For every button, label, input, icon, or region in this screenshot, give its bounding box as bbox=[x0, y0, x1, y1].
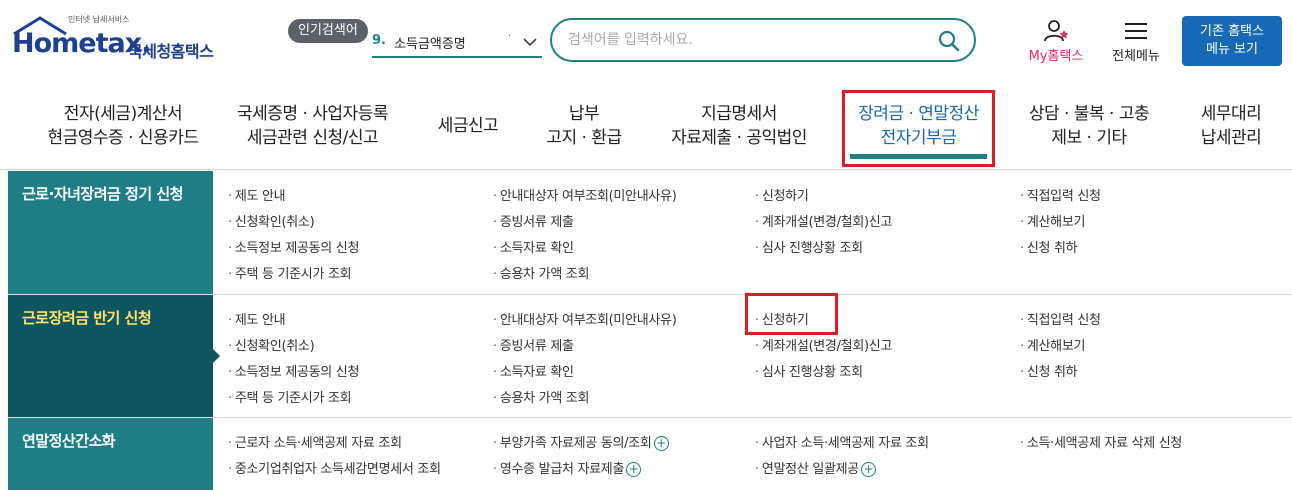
all-menu-label: 전체메뉴 bbox=[1112, 49, 1160, 64]
link-submit-documents[interactable]: · 증빙서류 제출 bbox=[493, 211, 574, 230]
myhome-button[interactable]: My홈택스 bbox=[1020, 18, 1092, 66]
hamburger-icon bbox=[1125, 23, 1147, 39]
link-batch-provide[interactable]: · 연말정산 일괄제공 + bbox=[755, 458, 876, 477]
gnb-item-counsel[interactable]: 상담 · 불복 · 고충 제보 · 기타 bbox=[1018, 102, 1160, 150]
chevron-down-icon[interactable] bbox=[522, 34, 538, 50]
link-system-guide[interactable]: · 제도 안내 bbox=[228, 185, 286, 204]
plus-circle-icon[interactable]: + bbox=[860, 462, 876, 477]
highlight-box-active-menu bbox=[842, 90, 995, 167]
active-section-pointer bbox=[213, 349, 220, 363]
gnb-item-tax-agent[interactable]: 세무대리 납세관리 bbox=[1186, 102, 1276, 150]
gnb-line2: 현금영수증 · 신용카드 bbox=[47, 128, 199, 148]
gnb-item-e-invoice[interactable]: 전자(세금)계산서 현금영수증 · 신용카드 bbox=[44, 102, 202, 150]
link-account-report[interactable]: · 계좌개설(변경/철회)신고 bbox=[755, 335, 892, 354]
gnb-item-payment[interactable]: 납부 고지 · 환급 bbox=[536, 102, 632, 150]
gnb-line2: 자료제출 · 공익법인 bbox=[671, 128, 807, 148]
link-income-consent[interactable]: · 소득정보 제공동의 신청 bbox=[228, 237, 359, 256]
gnb-line2: 납세관리 bbox=[1200, 128, 1262, 148]
link-apply[interactable]: · 신청하기 bbox=[755, 185, 809, 204]
popular-search-select[interactable]: 9. 소득금액증명 · bbox=[372, 28, 542, 58]
search-box bbox=[550, 18, 976, 62]
gnb-item-tax-filing[interactable]: 세금신고 bbox=[428, 114, 508, 138]
link-income-data[interactable]: · 소득자료 확인 bbox=[493, 361, 574, 380]
highlight-box-apply-link bbox=[745, 293, 838, 335]
gnb-line1: 세금신고 bbox=[437, 116, 499, 136]
gnb-line1: 전자(세금)계산서 bbox=[63, 104, 183, 124]
mega-menu: 근로·자녀장려금 정기 신청 · 제도 안내 · 안내대상자 여부조회(미안내사유)… bbox=[8, 171, 1292, 490]
plus-circle-icon[interactable]: + bbox=[626, 462, 642, 477]
link-eligibility-check[interactable]: · 안내대상자 여부조회(미안내사유) bbox=[493, 185, 677, 204]
gnb-line1: 납부 bbox=[568, 104, 600, 124]
link-account-report[interactable]: · 계좌개설(변경/철회)신고 bbox=[755, 211, 892, 230]
link-delete-deduction-data[interactable]: · 소득·세액공제 자료 삭제 신청 bbox=[1020, 432, 1182, 451]
section-title[interactable]: 근로장려금 반기 신청 bbox=[8, 295, 213, 417]
gnb-line2: 고지 · 환급 bbox=[546, 128, 622, 148]
myhome-label: My홈택스 bbox=[1028, 49, 1084, 64]
popular-term[interactable]: 소득금액증명 bbox=[394, 33, 466, 52]
link-withdraw[interactable]: · 신청 취하 bbox=[1020, 237, 1078, 256]
link-income-data[interactable]: · 소득자료 확인 bbox=[493, 237, 574, 256]
gnb-line1: 세무대리 bbox=[1200, 104, 1262, 124]
link-submit-documents[interactable]: · 증빙서류 제출 bbox=[493, 335, 574, 354]
popular-rank: 9. bbox=[372, 33, 386, 48]
link-withdraw[interactable]: · 신청 취하 bbox=[1020, 361, 1078, 380]
link-car-price[interactable]: · 승용차 가액 조회 bbox=[493, 387, 589, 406]
logo-korean-name: 국세청홈택스 bbox=[128, 42, 214, 61]
gnb-line1: 국세증명 · 사업자등록 bbox=[237, 104, 388, 124]
gnb-item-certificates[interactable]: 국세증명 · 사업자등록 세금관련 신청/신고 bbox=[230, 102, 395, 150]
link-dependent-consent[interactable]: · 부양가족 자료제공 동의/조회 + bbox=[493, 432, 669, 451]
link-business-deduction-data[interactable]: · 사업자 소득·세액공제 자료 조회 bbox=[755, 432, 929, 451]
plus-circle-icon[interactable]: + bbox=[653, 436, 669, 451]
link-housing-price[interactable]: · 주택 등 기준시가 조회 bbox=[228, 387, 352, 406]
link-review-status[interactable]: · 심사 진행상황 조회 bbox=[755, 361, 863, 380]
link-direct-input[interactable]: · 직접입력 신청 bbox=[1020, 185, 1101, 204]
link-receipt-issuer-submit[interactable]: · 영수증 발급처 자료제출 + bbox=[493, 458, 642, 477]
gnb-line2: 세금관련 신청/신고 bbox=[246, 128, 379, 148]
all-menu-button[interactable]: 전체메뉴 bbox=[1104, 18, 1168, 66]
gnb-line2: 제보 · 기타 bbox=[1051, 128, 1127, 148]
header: 인터넷 납세서비스 Hometax. 국세청홈택스 인기검색어 9. 소득금액증… bbox=[0, 0, 1292, 84]
hometax-logo[interactable]: 인터넷 납세서비스 Hometax. 국세청홈택스 bbox=[10, 14, 225, 70]
popular-indicator-dot: · bbox=[508, 31, 512, 42]
section-title[interactable]: 연말정산간소화 bbox=[8, 418, 213, 490]
section-regular-incentive: 근로·자녀장려금 정기 신청 · 제도 안내 · 안내대상자 여부조회(미안내사유)… bbox=[8, 171, 1292, 295]
link-calculate[interactable]: · 계산해보기 bbox=[1020, 335, 1085, 354]
gnb-item-statements[interactable]: 지급명세서 자료제출 · 공익법인 bbox=[660, 102, 818, 150]
gnb-line1: 상담 · 불복 · 고충 bbox=[1028, 104, 1150, 124]
link-car-price[interactable]: · 승용차 가액 조회 bbox=[493, 263, 589, 282]
link-direct-input[interactable]: · 직접입력 신청 bbox=[1020, 309, 1101, 328]
link-sme-exemption[interactable]: · 중소기업취업자 소득세감면명세서 조회 bbox=[228, 458, 441, 477]
user-star-icon bbox=[1044, 20, 1069, 42]
section-half-year-incentive: 근로장려금 반기 신청 · 제도 안내 · 안내대상자 여부조회(미안내사유) · 신… bbox=[8, 295, 1292, 418]
search-icon[interactable] bbox=[938, 30, 960, 52]
link-eligibility-check[interactable]: · 안내대상자 여부조회(미안내사유) bbox=[493, 309, 677, 328]
logo-tagline: 인터넷 납세서비스 bbox=[68, 15, 130, 24]
link-worker-deduction-data[interactable]: · 근로자 소득·세액공제 자료 조회 bbox=[228, 432, 402, 451]
link-confirm-cancel[interactable]: · 신청확인(취소) bbox=[228, 211, 315, 230]
old-hometax-menu-button[interactable]: 기존 홈택스 메뉴 보기 bbox=[1182, 16, 1282, 66]
main-navigation: 전자(세금)계산서 현금영수증 · 신용카드 국세증명 · 사업자등록 세금관련… bbox=[0, 84, 1292, 170]
section-title[interactable]: 근로·자녀장려금 정기 신청 bbox=[8, 171, 213, 294]
old-btn-line2: 메뉴 보기 bbox=[1206, 42, 1258, 57]
link-system-guide[interactable]: · 제도 안내 bbox=[228, 309, 286, 328]
gnb-line1: 지급명세서 bbox=[701, 104, 777, 124]
link-review-status[interactable]: · 심사 진행상황 조회 bbox=[755, 237, 863, 256]
section-year-end-simplified: 연말정산간소화 · 근로자 소득·세액공제 자료 조회 · 부양가족 자료제공 동의… bbox=[8, 418, 1292, 490]
search-input[interactable] bbox=[568, 29, 918, 51]
link-income-consent[interactable]: · 소득정보 제공동의 신청 bbox=[228, 361, 359, 380]
old-btn-line1: 기존 홈택스 bbox=[1200, 24, 1264, 39]
popular-search-badge: 인기검색어 bbox=[288, 19, 368, 43]
link-calculate[interactable]: · 계산해보기 bbox=[1020, 211, 1085, 230]
link-confirm-cancel[interactable]: · 신청확인(취소) bbox=[228, 335, 315, 354]
link-housing-price[interactable]: · 주택 등 기준시가 조회 bbox=[228, 263, 352, 282]
